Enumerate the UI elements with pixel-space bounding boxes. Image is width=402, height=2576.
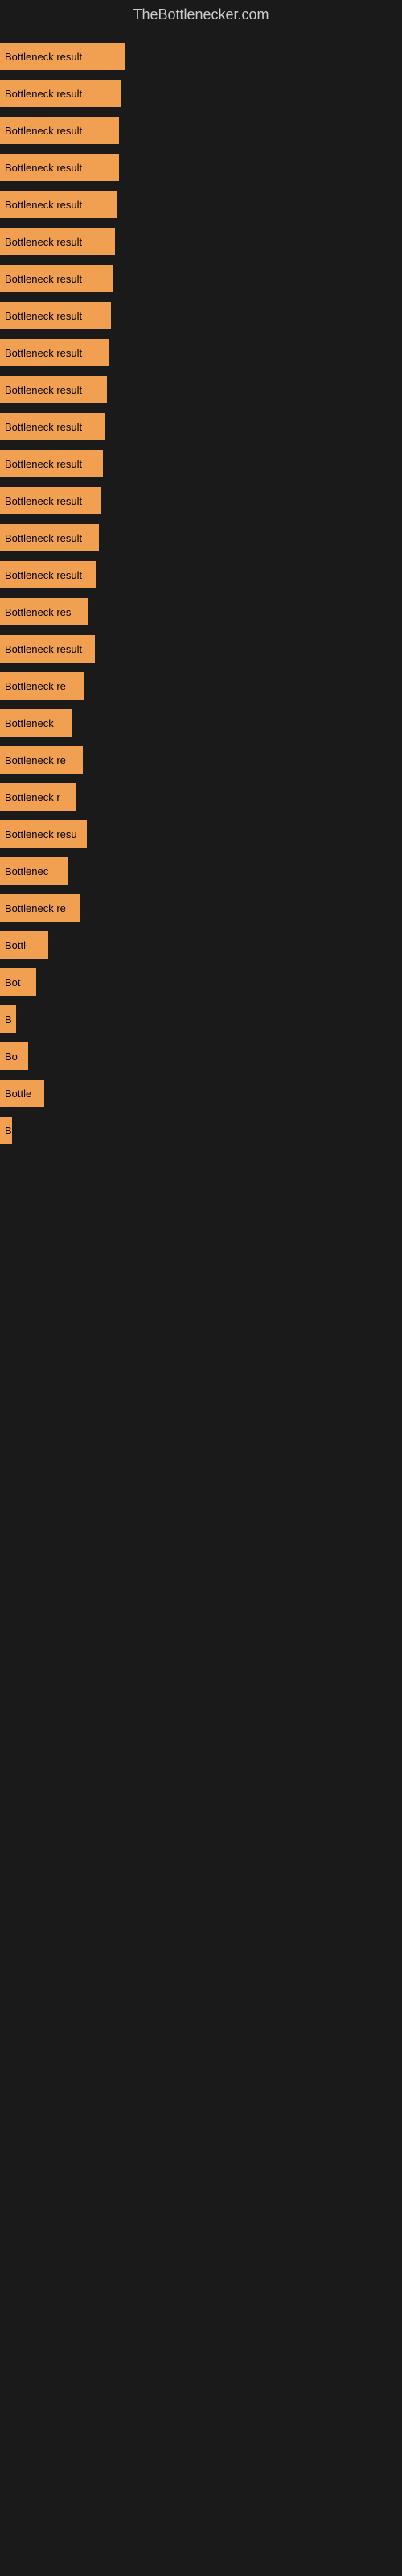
bar-label: Bot — [5, 976, 21, 989]
bar-row: Bo — [0, 1038, 402, 1075]
bar-row: Bottleneck result — [0, 519, 402, 556]
bar-row: B — [0, 1001, 402, 1038]
bottleneck-bar: Bottleneck r — [0, 783, 76, 811]
bottleneck-bar: Bottleneck result — [0, 339, 109, 366]
bottleneck-bar: Bottleneck result — [0, 524, 99, 551]
bottleneck-bar: Bottleneck result — [0, 228, 115, 255]
bottleneck-bar: Bottleneck result — [0, 80, 121, 107]
bar-row: Bottleneck result — [0, 630, 402, 667]
bottleneck-bar: Bottl — [0, 931, 48, 959]
bar-row: Bottleneck result — [0, 482, 402, 519]
bar-label: Bottlenec — [5, 865, 48, 877]
bar-row: Bottleneck result — [0, 149, 402, 186]
bar-label: Bottleneck re — [5, 680, 66, 692]
bar-label: Bottleneck result — [5, 347, 82, 359]
bottleneck-bar: Bottlenec — [0, 857, 68, 885]
bottleneck-bar: Bottleneck re — [0, 894, 80, 922]
bar-label: Bottleneck result — [5, 310, 82, 322]
bar-row: Bottleneck result — [0, 334, 402, 371]
bar-row: Bottleneck re — [0, 890, 402, 927]
bar-label: Bottleneck result — [5, 421, 82, 433]
bottleneck-bar: Bottleneck result — [0, 191, 117, 218]
bottleneck-bar: Bottleneck result — [0, 154, 119, 181]
page-title: TheBottlenecker.com — [0, 0, 402, 30]
bar-label: Bottleneck r — [5, 791, 60, 803]
bottleneck-bar: Bo — [0, 1042, 28, 1070]
bar-row: Bottleneck resu — [0, 815, 402, 852]
bottleneck-bar: Bottleneck re — [0, 672, 84, 700]
bar-label: Bottleneck result — [5, 125, 82, 137]
bottleneck-bar: B — [0, 1005, 16, 1033]
bar-label: Bottleneck resu — [5, 828, 77, 840]
bar-label: Bottleneck res — [5, 606, 71, 618]
bar-row: Bottleneck result — [0, 186, 402, 223]
bar-row: Bottleneck r — [0, 778, 402, 815]
bar-label: Bottl — [5, 939, 26, 952]
bar-label: Bottleneck result — [5, 495, 82, 507]
bar-label: Bottleneck result — [5, 162, 82, 174]
bar-label: B — [5, 1013, 12, 1026]
bar-row: Bottleneck result — [0, 112, 402, 149]
bar-label: Bottleneck result — [5, 643, 82, 655]
bar-row: Bottleneck result — [0, 223, 402, 260]
bar-row: Bottl — [0, 927, 402, 964]
bars-container: Bottleneck result Bottleneck result Bottle… — [0, 30, 402, 1157]
bar-row: Bottleneck re — [0, 741, 402, 778]
bottleneck-bar: Bottle — [0, 1080, 44, 1107]
bar-label: B — [5, 1125, 12, 1137]
bar-row: Bottleneck res — [0, 593, 402, 630]
bar-row: Bottle — [0, 1075, 402, 1112]
bar-row: Bottleneck — [0, 704, 402, 741]
bar-label: Bottleneck — [5, 717, 54, 729]
bar-row: Bottleneck result — [0, 75, 402, 112]
bar-row: Bot — [0, 964, 402, 1001]
bottleneck-bar: Bottleneck — [0, 709, 72, 737]
bottleneck-bar: Bottleneck result — [0, 450, 103, 477]
bar-row: Bottleneck result — [0, 408, 402, 445]
bar-label: Bottleneck re — [5, 902, 66, 914]
bar-row: B — [0, 1112, 402, 1149]
bottleneck-bar: Bottleneck resu — [0, 820, 87, 848]
bar-row: Bottlenec — [0, 852, 402, 890]
bar-label: Bottleneck result — [5, 199, 82, 211]
bar-label: Bottleneck result — [5, 458, 82, 470]
bar-label: Bottleneck result — [5, 532, 82, 544]
bar-label: Bottleneck result — [5, 384, 82, 396]
bar-row: Bottleneck result — [0, 371, 402, 408]
bottleneck-bar: B — [0, 1117, 12, 1144]
bar-row: Bottleneck result — [0, 38, 402, 75]
bottleneck-bar: Bottleneck result — [0, 302, 111, 329]
bottleneck-bar: Bottleneck result — [0, 413, 105, 440]
bar-row: Bottleneck result — [0, 297, 402, 334]
bar-row: Bottleneck result — [0, 556, 402, 593]
bottleneck-bar: Bottleneck result — [0, 487, 100, 514]
bottleneck-bar: Bottleneck result — [0, 376, 107, 403]
bar-label: Bottleneck re — [5, 754, 66, 766]
bar-row: Bottleneck re — [0, 667, 402, 704]
bottleneck-bar: Bottleneck result — [0, 43, 125, 70]
bar-row: Bottleneck result — [0, 445, 402, 482]
bar-label: Bottleneck result — [5, 273, 82, 285]
bar-row: Bottleneck result — [0, 260, 402, 297]
bar-label: Bottle — [5, 1088, 31, 1100]
bottleneck-bar: Bottleneck re — [0, 746, 83, 774]
bottleneck-bar: Bottleneck result — [0, 635, 95, 663]
bar-label: Bottleneck result — [5, 51, 82, 63]
bottleneck-bar: Bottleneck result — [0, 265, 113, 292]
bar-label: Bottleneck result — [5, 236, 82, 248]
bar-label: Bo — [5, 1051, 18, 1063]
bottleneck-bar: Bottleneck result — [0, 561, 96, 588]
bottleneck-bar: Bottleneck result — [0, 117, 119, 144]
bottleneck-bar: Bot — [0, 968, 36, 996]
bar-label: Bottleneck result — [5, 88, 82, 100]
bar-label: Bottleneck result — [5, 569, 82, 581]
bottleneck-bar: Bottleneck res — [0, 598, 88, 625]
